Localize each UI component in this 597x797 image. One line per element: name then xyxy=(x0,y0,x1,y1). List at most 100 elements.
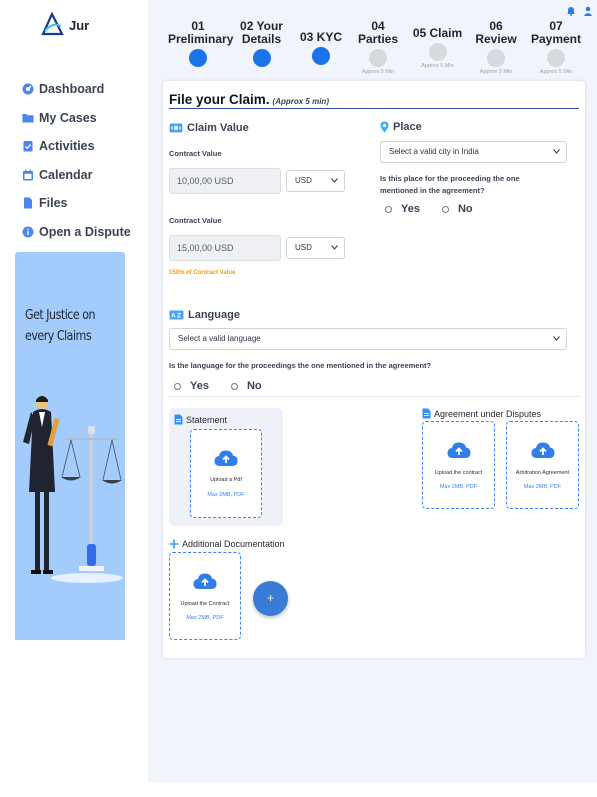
step-indicator xyxy=(312,47,330,65)
statement-dropzone[interactable]: Upload a Pdf Max 2MB, PDF xyxy=(190,429,262,518)
chevron-down-icon xyxy=(553,149,560,154)
city-placeholder: Select a valid city in India xyxy=(389,147,479,156)
radio-label: No xyxy=(246,380,262,392)
radio-label: Yes xyxy=(401,203,420,215)
claim-form-card: File your Claim. (Approx 5 min) Claim Val… xyxy=(163,81,585,658)
translate-icon: AZ xyxy=(169,310,184,320)
currency-value: USD xyxy=(295,243,312,252)
plus-icon xyxy=(169,539,179,549)
chevron-down-icon xyxy=(331,178,338,183)
radio-label: Yes xyxy=(190,380,209,392)
statement-heading: Statement xyxy=(174,414,227,425)
step-preliminary[interactable]: 01 Preliminary xyxy=(168,20,234,67)
step-parties[interactable]: 04 Parties Approx 5 Min xyxy=(353,20,403,76)
city-select[interactable]: Select a valid city in India xyxy=(380,141,567,163)
claim-value-input[interactable]: 15,00,00 USD xyxy=(169,235,281,261)
language-no-radio[interactable] xyxy=(230,382,238,390)
section-label: Language xyxy=(188,309,240,321)
arbitration-dropzone[interactable]: Arbitration Agreement Max 2MB, PDF xyxy=(506,421,579,509)
page-title: File your Claim. (Approx 5 min) xyxy=(169,92,329,107)
section-label: Agreement under Disputes xyxy=(434,408,542,419)
language-select[interactable]: Select a valid language xyxy=(169,328,567,350)
step-indicator xyxy=(487,49,505,67)
svg-text:A: A xyxy=(171,313,176,320)
contract-value-input[interactable]: 10,00,00 USD xyxy=(169,168,281,194)
step-name: Preliminary xyxy=(168,32,234,46)
location-pin-icon xyxy=(380,121,389,133)
language-heading: AZ Language xyxy=(169,309,240,321)
language-yes-radio[interactable] xyxy=(174,382,181,390)
step-payment[interactable]: 07 Payment Approx 5 Min xyxy=(530,20,582,76)
agreement-heading: Agreement under Disputes xyxy=(422,408,541,419)
claim-value-heading: Claim Value xyxy=(169,122,249,134)
sidebar-item-label: Dashboard xyxy=(39,82,105,97)
step-indicator xyxy=(369,49,387,67)
step-indicator xyxy=(428,43,447,61)
contract-value-label-2: Contract Value xyxy=(169,216,222,225)
sidebar-item-label: My Cases xyxy=(39,110,97,125)
bell-icon[interactable] xyxy=(566,3,576,16)
upload-title: Upload the contract xyxy=(434,470,483,476)
header-icons xyxy=(566,3,593,16)
upload-note: Max 2MB, PDF xyxy=(186,615,224,621)
section-label: Additional Documentation xyxy=(182,539,285,549)
step-indicator xyxy=(189,49,207,67)
lawyer-illustration xyxy=(15,382,125,640)
language-question: Is the language for the proceedings the … xyxy=(169,361,432,370)
step-number: 05 Claim xyxy=(412,26,463,40)
additional-docs-heading: Additional Documentation xyxy=(169,539,285,549)
chevron-down-icon xyxy=(553,336,560,341)
contract-value-label: Contract Value xyxy=(169,149,222,158)
section-label: Place xyxy=(393,121,422,133)
logo[interactable]: Jur xyxy=(40,11,90,43)
step-name: Parties xyxy=(357,32,399,46)
sidebar-item-dashboard[interactable]: Dashboard xyxy=(22,75,131,104)
additional-dropzone[interactable]: Upload the Contract Max 2MB, PDF xyxy=(169,552,241,640)
step-indicator xyxy=(547,49,565,67)
place-radio-group: Yes No xyxy=(385,203,473,215)
document-icon xyxy=(174,414,183,425)
contract-dropzone[interactable]: Upload the contract Max 2MB, PDF xyxy=(422,421,495,509)
step-name: Payment xyxy=(530,32,582,46)
step-indicator xyxy=(252,49,271,67)
section-label: Claim Value xyxy=(187,122,249,134)
sidebar-item-label: Files xyxy=(39,196,68,211)
svg-text:Z: Z xyxy=(177,313,181,320)
user-icon[interactable] xyxy=(583,3,593,16)
section-label: Statement xyxy=(186,414,228,425)
add-document-button[interactable]: + xyxy=(253,581,288,616)
sidebar-item-activities[interactable]: Activities xyxy=(22,132,131,161)
upload-note: Max 2MB, PDF xyxy=(207,492,245,498)
place-question: Is this place for the proceeding the one… xyxy=(380,174,520,195)
place-heading: Place xyxy=(380,121,422,133)
step-review[interactable]: 06 Review Approx 5 Min xyxy=(471,20,521,76)
upload-title: Upload the Contract xyxy=(180,601,230,607)
step-your-details[interactable]: 02 Your Details xyxy=(234,20,289,67)
title-text: File your Claim. xyxy=(169,92,270,107)
promo-banner: Get Justice on every Claims xyxy=(15,252,125,640)
logo-text: Jur xyxy=(69,18,90,33)
step-number: 03 KYC xyxy=(299,30,343,44)
sidebar-item-calendar[interactable]: Calendar xyxy=(22,161,131,190)
currency-select[interactable]: USD xyxy=(286,170,345,192)
cloud-upload-icon xyxy=(193,573,217,589)
step-kyc[interactable]: 03 KYC xyxy=(296,31,346,65)
sidebar-item-files[interactable]: Files xyxy=(22,189,131,218)
sidebar-item-open-dispute[interactable]: Open a Dispute xyxy=(22,218,131,247)
language-placeholder: Select a valid language xyxy=(178,334,261,343)
step-note: Approx 5 Min xyxy=(539,69,573,75)
sidebar-item-my-cases[interactable]: My Cases xyxy=(22,104,131,133)
chevron-down-icon xyxy=(331,245,338,250)
main-content: 01 Preliminary 02 Your Details 03 KYC 04… xyxy=(148,0,597,782)
money-icon xyxy=(169,123,183,133)
currency-select-2[interactable]: USD xyxy=(286,237,345,259)
place-no-radio[interactable] xyxy=(441,205,449,213)
cloud-upload-icon xyxy=(447,442,470,458)
section-divider xyxy=(169,396,579,397)
step-claim[interactable]: 05 Claim Approx 5 Min xyxy=(410,26,465,70)
upload-title: Upload a Pdf xyxy=(210,477,242,483)
folder-icon xyxy=(22,112,34,124)
upload-title: Arbitration Agreement xyxy=(515,470,570,476)
place-yes-radio[interactable] xyxy=(385,205,392,213)
upload-note: Max 2MB, PDF xyxy=(439,484,478,490)
